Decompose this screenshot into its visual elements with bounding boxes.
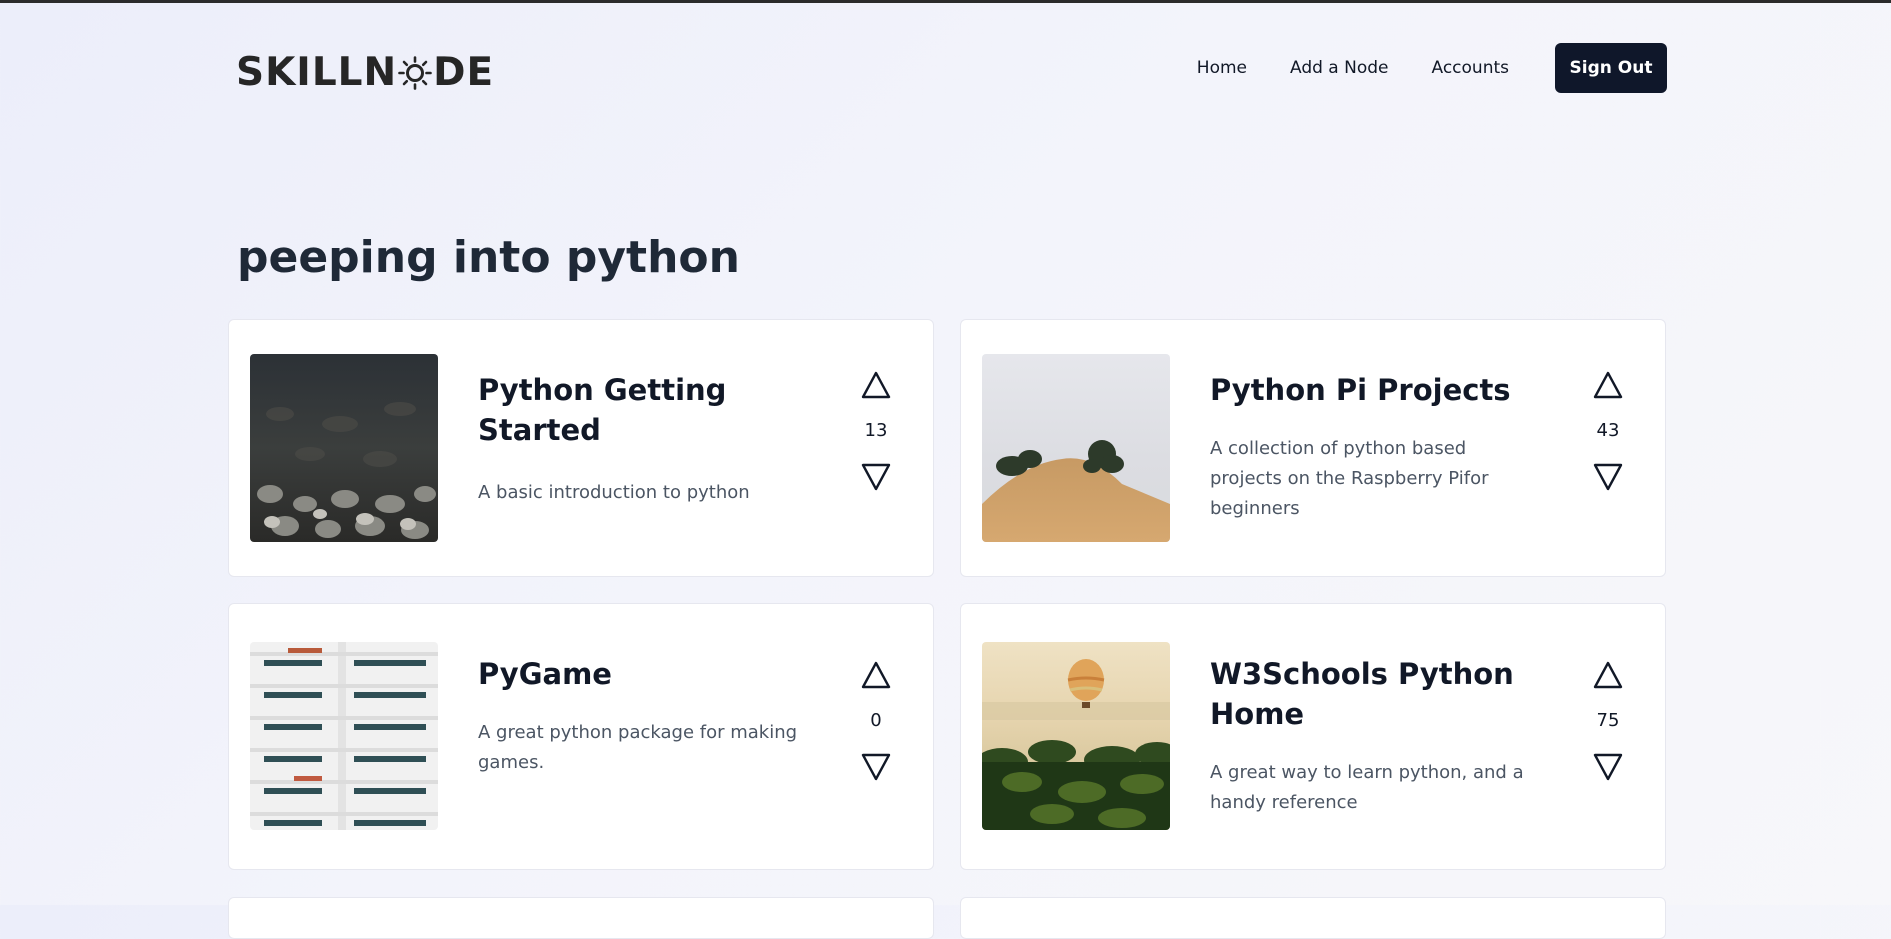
vote-count: 43 [1596,420,1620,441]
card-title[interactable]: Python Pi Projects [1210,370,1520,410]
triangle-down-icon [1593,463,1623,491]
main-nav: Home Add a Node Accounts Sign Out [1197,43,1667,93]
upvote-button[interactable] [1591,658,1625,692]
vote-control: 13 [854,368,898,494]
node-card[interactable]: PyGame A great python package for making… [228,603,934,870]
nav-accounts-link[interactable]: Accounts [1432,58,1510,78]
node-card-partial[interactable] [228,897,934,939]
triangle-up-icon [1593,371,1623,399]
triangle-down-icon [861,753,891,781]
card-description: A collection of python based projects on… [1210,438,1489,519]
node-card[interactable]: Python Getting Started A basic introduct… [228,319,934,577]
vote-count: 75 [1596,710,1620,731]
vote-count: 13 [864,420,888,441]
card-title[interactable]: W3Schools Python Home [1210,654,1520,734]
card-title[interactable]: Python Getting Started [478,370,788,450]
downvote-button[interactable] [859,460,893,494]
triangle-up-icon [1593,661,1623,689]
vote-control: 0 [854,658,898,784]
nav-home-link[interactable]: Home [1197,58,1247,78]
downvote-button[interactable] [1591,460,1625,494]
upvote-button[interactable] [859,368,893,402]
page-title: peeping into python [237,232,740,283]
card-title[interactable]: PyGame [478,654,788,694]
node-card[interactable]: W3Schools Python Home A great way to lea… [960,603,1666,870]
triangle-down-icon [861,463,891,491]
vote-control: 43 [1586,368,1630,494]
card-thumbnail-desert[interactable] [982,354,1170,542]
downvote-button[interactable] [1591,750,1625,784]
logo-text-left: SKILLN [236,49,398,95]
card-thumbnail-building[interactable] [250,642,438,830]
downvote-button[interactable] [859,750,893,784]
card-thumbnail-balloon[interactable] [982,642,1170,830]
triangle-down-icon [1593,753,1623,781]
logo[interactable]: SKILLN DE [236,49,495,95]
triangle-up-icon [861,661,891,689]
nav-add-node-link[interactable]: Add a Node [1290,58,1389,78]
card-description: A great way to learn python, and a handy… [1210,762,1524,813]
vote-control: 75 [1586,658,1630,784]
upvote-button[interactable] [859,658,893,692]
sign-out-button[interactable]: Sign Out [1555,43,1667,93]
upvote-button[interactable] [1591,368,1625,402]
logo-text-right: DE [433,49,495,95]
triangle-up-icon [861,371,891,399]
top-border [0,0,1891,3]
card-description: A basic introduction to python [478,482,750,503]
sun-icon [398,55,432,90]
card-description: A great python package for making games. [478,722,798,773]
vote-count: 0 [870,710,882,731]
node-card-partial[interactable] [960,897,1666,939]
card-thumbnail-pebbles[interactable] [250,354,438,542]
node-card[interactable]: Python Pi Projects A collection of pytho… [960,319,1666,577]
